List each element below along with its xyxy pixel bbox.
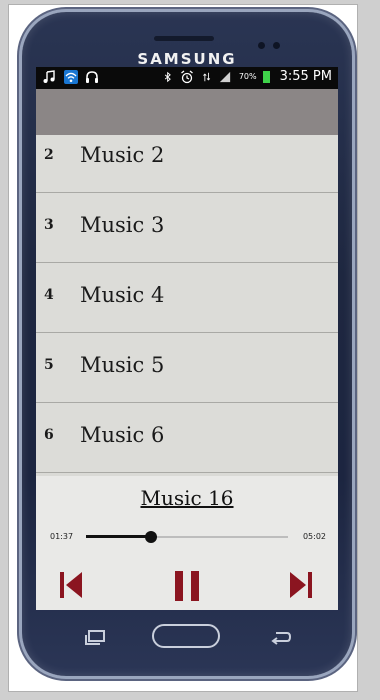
screen: 70% 3:55 PM 2 Music 2 3 Music 3 4 Music … bbox=[36, 67, 338, 610]
status-bar: 70% 3:55 PM bbox=[36, 67, 338, 89]
list-item[interactable]: 2 Music 2 bbox=[36, 135, 338, 193]
home-button[interactable] bbox=[152, 624, 220, 648]
signal-icon bbox=[220, 71, 231, 82]
track-number: 5 bbox=[44, 357, 54, 373]
battery-icon bbox=[263, 70, 271, 83]
now-playing-title: Music 16 bbox=[140, 486, 234, 510]
pause-icon[interactable] bbox=[172, 570, 202, 602]
track-title: Music 6 bbox=[80, 423, 165, 447]
list-item[interactable]: 5 Music 5 bbox=[36, 333, 338, 403]
hardware-navbar bbox=[22, 610, 352, 676]
track-title: Music 4 bbox=[80, 283, 165, 307]
music-note-icon bbox=[43, 70, 55, 83]
track-title: Music 3 bbox=[80, 213, 165, 237]
total-time: 05:02 bbox=[302, 532, 326, 541]
brand-logo: SAMSUNG bbox=[137, 50, 237, 68]
track-title: Music 5 bbox=[80, 353, 165, 377]
earpiece-speaker bbox=[154, 36, 214, 41]
track-number: 2 bbox=[44, 147, 54, 163]
current-time: 01:37 bbox=[50, 532, 74, 541]
list-item[interactable]: 6 Music 6 bbox=[36, 403, 338, 473]
track-number: 6 bbox=[44, 427, 54, 443]
seek-bar-progress bbox=[86, 535, 151, 538]
back-icon[interactable] bbox=[270, 630, 292, 646]
headphones-icon bbox=[86, 71, 98, 83]
track-number: 4 bbox=[44, 287, 54, 303]
seek-thumb[interactable] bbox=[144, 531, 157, 543]
track-number: 3 bbox=[44, 217, 54, 233]
track-title: Music 2 bbox=[80, 143, 165, 167]
list-item[interactable]: 4 Music 4 bbox=[36, 263, 338, 333]
previous-icon[interactable] bbox=[58, 570, 84, 600]
recent-apps-icon[interactable] bbox=[84, 630, 106, 646]
now-playing-panel: Music 16 01:37 05:02 bbox=[36, 476, 338, 610]
clock: 3:55 PM bbox=[279, 69, 332, 84]
wifi-icon bbox=[63, 70, 78, 84]
alarm-icon bbox=[181, 69, 194, 83]
network-icon bbox=[202, 72, 210, 81]
next-icon[interactable] bbox=[288, 570, 314, 600]
seek-bar[interactable] bbox=[86, 531, 288, 543]
battery-percent: 70% bbox=[238, 72, 257, 81]
phone-device: SAMSUNG 70% 3:55 PM 2 Music 2 3 Music 3 … bbox=[22, 12, 352, 676]
playlist: 2 Music 2 3 Music 3 4 Music 4 5 Music 5 … bbox=[36, 135, 338, 476]
bluetooth-icon bbox=[164, 71, 171, 82]
list-item[interactable]: 3 Music 3 bbox=[36, 193, 338, 263]
app-bar bbox=[36, 89, 338, 135]
